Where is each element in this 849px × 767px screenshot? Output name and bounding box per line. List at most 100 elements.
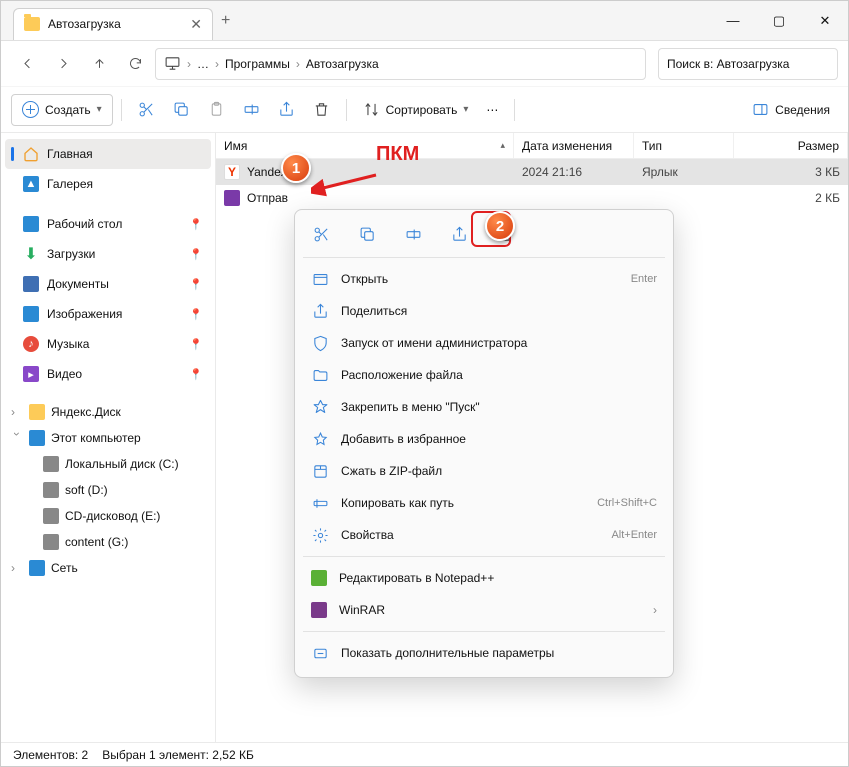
ctx-cut-button[interactable] — [305, 218, 337, 250]
ctx-runas[interactable]: Запуск от имени администратора — [295, 327, 673, 359]
tab-active[interactable]: Автозагрузка ✕ — [13, 8, 213, 40]
rename-icon — [243, 101, 260, 118]
properties-icon — [311, 526, 329, 544]
tree-item-label: Яндекс.Диск — [51, 405, 121, 419]
sort-label: Сортировать — [386, 103, 458, 117]
maximize-button[interactable]: ▢ — [756, 1, 802, 41]
winrar-icon — [311, 602, 327, 618]
tree-item-drive-g[interactable]: content (G:) — [5, 529, 211, 555]
pin-icon: 📍 — [189, 338, 203, 351]
ctx-copy-path[interactable]: Копировать как путьCtrl+Shift+C — [295, 487, 673, 519]
sidebar-item-label: Документы — [47, 277, 109, 291]
documents-icon — [23, 276, 39, 292]
cut-button[interactable] — [130, 94, 163, 126]
tree-item-drive-d[interactable]: soft (D:) — [5, 477, 211, 503]
ctx-copy-button[interactable] — [351, 218, 383, 250]
scissors-icon — [138, 101, 155, 118]
ctx-winrar[interactable]: WinRAR› — [295, 594, 673, 626]
folder-icon — [29, 404, 45, 420]
cd-icon — [43, 508, 59, 524]
sidebar-item-label: Рабочий стол — [47, 217, 122, 231]
minimize-button[interactable]: — — [710, 1, 756, 41]
breadcrumb-ellipsis[interactable]: … — [197, 57, 209, 71]
sidebar-item-video[interactable]: ▸Видео📍 — [5, 359, 211, 389]
sidebar-item-documents[interactable]: Документы 📍 — [5, 269, 211, 299]
share-icon — [451, 226, 468, 243]
ctx-more[interactable]: Показать дополнительные параметры — [295, 637, 673, 669]
tab-title: Автозагрузка — [48, 17, 121, 31]
tree-item-network[interactable]: › Сеть — [5, 555, 211, 581]
pin-icon: 📍 — [189, 368, 203, 381]
back-button[interactable] — [11, 48, 43, 80]
column-size[interactable]: Размер — [734, 133, 848, 158]
close-button[interactable]: ✕ — [802, 1, 848, 41]
tree-item-yadisk[interactable]: › Яндекс.Диск — [5, 399, 211, 425]
delete-button[interactable] — [305, 94, 338, 126]
sidebar-item-music[interactable]: ♪Музыка📍 — [5, 329, 211, 359]
breadcrumb-item[interactable]: Программы — [225, 57, 290, 71]
sort-button[interactable]: Сортировать ▾ — [355, 94, 477, 126]
sidebar-item-label: Галерея — [47, 177, 93, 191]
details-button[interactable]: Сведения — [744, 94, 838, 126]
file-type: Ярлык — [634, 165, 734, 179]
copy-button[interactable] — [165, 94, 198, 126]
tree-item-label: Сеть — [51, 561, 78, 575]
tab-close-icon[interactable]: ✕ — [190, 16, 202, 33]
paste-button[interactable] — [200, 94, 233, 126]
sidebar-item-desktop[interactable]: Рабочий стол📍 — [5, 209, 211, 239]
ctx-favorite[interactable]: Добавить в избранное — [295, 423, 673, 455]
create-button[interactable]: Создать ▾ — [11, 94, 113, 126]
file-name: Отправ — [247, 191, 288, 205]
sidebar-item-downloads[interactable]: ⬇Загрузки📍 — [5, 239, 211, 269]
column-date[interactable]: Дата изменения — [514, 133, 634, 158]
search-input[interactable]: Поиск в: Автозагрузка — [658, 48, 838, 80]
up-button[interactable] — [83, 48, 115, 80]
sidebar-item-home[interactable]: Главная — [5, 139, 211, 169]
details-label: Сведения — [775, 103, 830, 117]
add-tab-button[interactable]: + — [221, 12, 230, 30]
ctx-zip[interactable]: Сжать в ZIP-файл — [295, 455, 673, 487]
more-button[interactable]: ⋯ — [478, 94, 506, 126]
column-type[interactable]: Тип — [634, 133, 734, 158]
ctx-share[interactable]: Поделиться — [295, 295, 673, 327]
annotation-badge-1: 1 — [281, 153, 311, 183]
chevron-down-icon[interactable]: › — [10, 432, 24, 444]
pin-icon: 📍 — [189, 278, 203, 291]
drive-icon — [43, 456, 59, 472]
annotation-arrow — [311, 167, 381, 197]
pin-icon: 📍 — [189, 248, 203, 261]
sidebar-item-gallery[interactable]: ▲Галерея — [5, 169, 211, 199]
chevron-right-icon: › — [653, 603, 657, 617]
window-controls: — ▢ ✕ — [710, 1, 848, 41]
rename-button[interactable] — [235, 94, 268, 126]
pin-icon: 📍 — [189, 308, 203, 321]
tree-item-drive-e[interactable]: CD-дисковод (E:) — [5, 503, 211, 529]
folder-icon — [311, 366, 329, 384]
sidebar-item-pictures[interactable]: Изображения📍 — [5, 299, 211, 329]
ctx-rename-button[interactable] — [397, 218, 429, 250]
tree-item-thispc[interactable]: ›Этот компьютер — [5, 425, 211, 451]
ctx-properties[interactable]: СвойстваAlt+Enter — [295, 519, 673, 551]
tree-item-label: Локальный диск (C:) — [65, 457, 179, 471]
annotation-pkm: ПКМ — [376, 143, 419, 166]
share-button[interactable] — [270, 94, 303, 126]
chevron-right-icon[interactable]: › — [11, 405, 23, 419]
tree-item-drive-c[interactable]: Локальный диск (C:) — [5, 451, 211, 477]
drive-icon — [43, 534, 59, 550]
status-count: Элементов: 2 — [13, 748, 88, 762]
column-name[interactable]: Имя▴ — [216, 133, 514, 158]
breadcrumb[interactable]: › … › Программы › Автозагрузка — [155, 48, 646, 80]
open-icon — [311, 270, 329, 288]
ctx-notepadpp[interactable]: Редактировать в Notepad++ — [295, 562, 673, 594]
refresh-button[interactable] — [119, 48, 151, 80]
ctx-location[interactable]: Расположение файла — [295, 359, 673, 391]
forward-button[interactable] — [47, 48, 79, 80]
breadcrumb-item[interactable]: Автозагрузка — [306, 57, 379, 71]
ctx-pin-start[interactable]: Закрепить в меню "Пуск" — [295, 391, 673, 423]
search-placeholder: Поиск в: Автозагрузка — [667, 57, 789, 71]
chevron-down-icon: ▾ — [463, 104, 468, 115]
toolbar: Создать ▾ Сортировать ▾ ⋯ Сведения — [1, 87, 848, 133]
pictures-icon — [23, 306, 39, 322]
chevron-right-icon[interactable]: › — [11, 561, 23, 575]
ctx-open[interactable]: ОткрытьEnter — [295, 263, 673, 295]
